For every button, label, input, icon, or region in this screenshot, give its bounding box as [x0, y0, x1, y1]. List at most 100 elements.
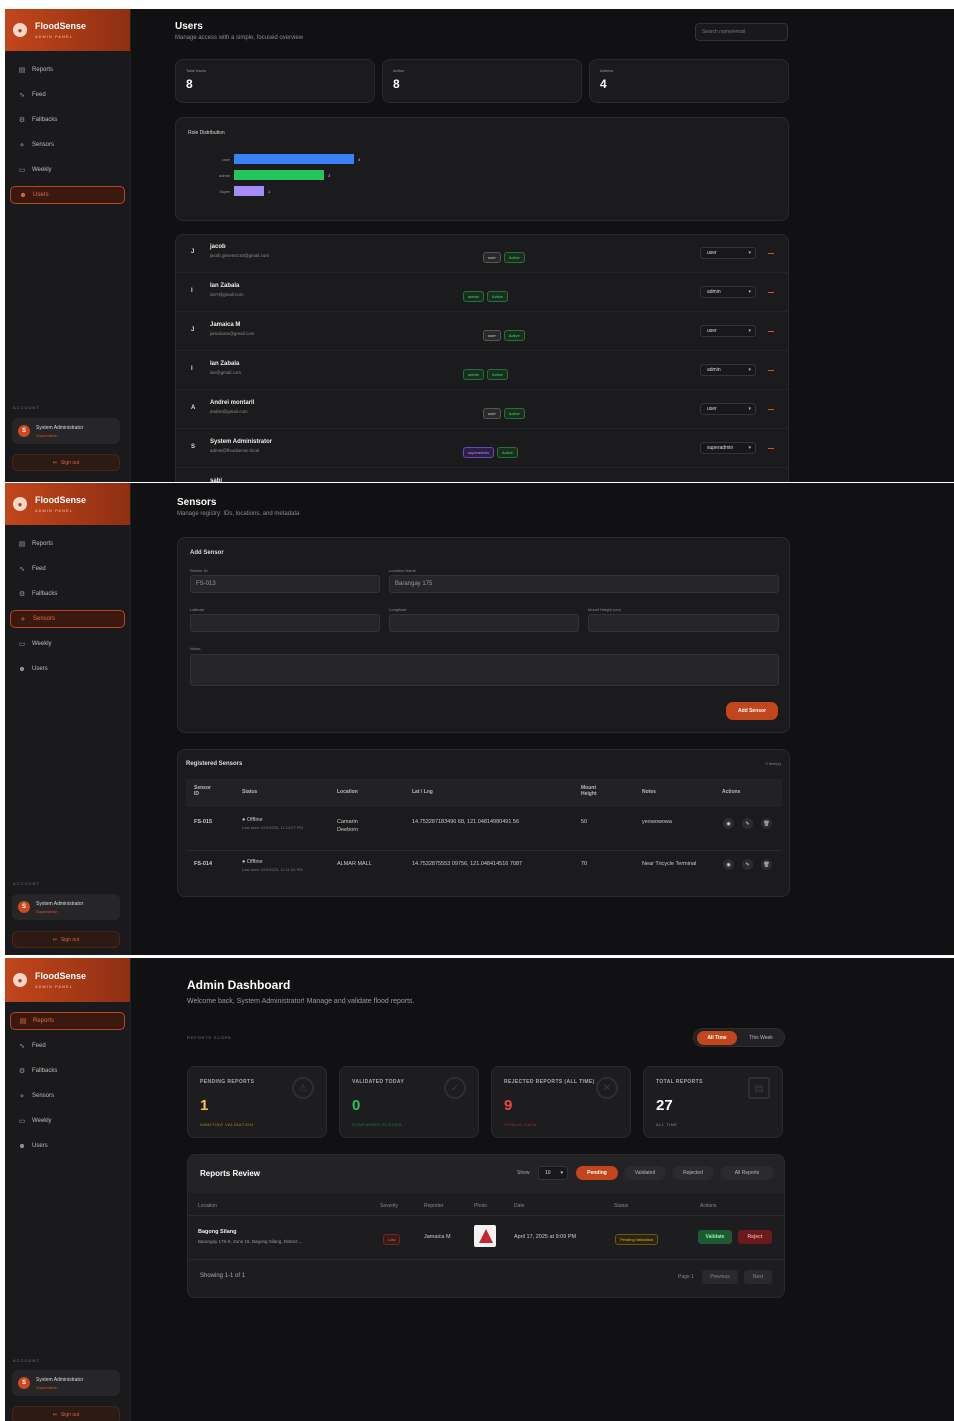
user-email: jamaicam@gmail.com: [210, 331, 255, 336]
filter-all-reports[interactable]: All Reports: [720, 1166, 774, 1180]
avatar: S: [18, 901, 30, 913]
filter-validated[interactable]: Validated: [624, 1166, 666, 1180]
photo-thumbnail[interactable]: [474, 1225, 496, 1247]
filter-rejected[interactable]: Rejected: [672, 1166, 714, 1180]
status-badge: Active: [486, 369, 508, 380]
sidebar-item-weekly[interactable]: ▭ Weekly: [10, 635, 125, 653]
role-select[interactable]: admin ▾: [700, 286, 756, 298]
sidebar-item-sensors[interactable]: ⋄ Sensors: [10, 610, 125, 628]
settings-icon: ⚙: [18, 117, 26, 124]
user-initial: J: [191, 327, 195, 333]
remove-user-button[interactable]: [768, 253, 774, 254]
user-row: J Jamaica M jamaicam@gmail.com user Active us…: [176, 313, 788, 351]
delete-button[interactable]: 🗑: [761, 818, 772, 829]
user-name: System Administrator: [210, 439, 273, 445]
activity-icon: ∿: [19, 1043, 25, 1050]
tick-label: user: [222, 157, 230, 162]
sidebar-item-feed[interactable]: ∿ Feed: [10, 1037, 125, 1055]
page-size-select[interactable]: 10 ▾: [538, 1166, 568, 1180]
sidebar-item-users[interactable]: ☻ Users: [10, 186, 125, 204]
add-sensor-button[interactable]: Add Sensor: [726, 702, 778, 720]
scope-this-week[interactable]: This Week: [740, 1031, 782, 1045]
remove-user-button[interactable]: [768, 448, 774, 449]
role-badge: user: [483, 252, 501, 263]
role-distribution-card: Role Distribution user 4 admin 3 Super 1: [175, 117, 789, 221]
tick-label: Super: [219, 189, 230, 194]
data-label: 4: [358, 157, 361, 162]
account-card[interactable]: S System Administrator Superadmin: [12, 1370, 120, 1396]
sign-out-button[interactable]: ↦ Sign out: [12, 931, 120, 948]
validate-button[interactable]: Validate: [698, 1230, 732, 1244]
next-button[interactable]: Next: [744, 1270, 772, 1284]
sidebar-item-users[interactable]: ☻ Users: [10, 1137, 125, 1155]
sidebar-item-weekly[interactable]: ▭ Weekly: [10, 1112, 125, 1130]
role-select[interactable]: user ▾: [700, 247, 756, 259]
role-select[interactable]: superadmin ▾: [700, 442, 756, 454]
total-reports-card: TOTAL REPORTS ▤ 27 ALL TIME: [643, 1066, 783, 1138]
remove-user-button[interactable]: [768, 331, 774, 332]
page-subtitle: Welcome back, System Administrator! Mana…: [187, 998, 415, 1005]
user-row: Jjacob jacob.gimenez10@gmail.com user Activ…: [176, 235, 788, 273]
sidebar-item-fallbacks[interactable]: ⚙ Fallbacks: [10, 111, 125, 129]
longitude-input[interactable]: [389, 614, 579, 632]
delete-button[interactable]: 🗑: [761, 859, 772, 870]
role-distribution-chart: user 4 admin 3 Super 1: [219, 154, 361, 196]
bar-admin: [234, 170, 324, 180]
tick-label: admin: [219, 173, 230, 178]
sidebar-item-sensors[interactable]: ⋄ Sensors: [10, 136, 125, 154]
avatar: S: [18, 425, 30, 437]
sidebar-item-reports[interactable]: ▤ Reports: [10, 1012, 125, 1030]
scope-all-time[interactable]: All Time: [697, 1031, 737, 1045]
trash-icon: 🗑: [763, 861, 770, 868]
sidebar-item-users[interactable]: ☻ Users: [10, 660, 125, 678]
user-row: sabi: [176, 469, 788, 482]
remove-user-button[interactable]: [768, 292, 774, 293]
view-button[interactable]: ◉: [723, 818, 734, 829]
pencil-icon: ✎: [745, 861, 750, 868]
sidebar-item-reports[interactable]: ▤ Reports: [10, 535, 125, 553]
account-card[interactable]: S System Administrator Superadmin: [12, 894, 120, 920]
sign-out-button[interactable]: ↦ Sign out: [12, 1406, 120, 1421]
logout-icon: ↦: [52, 1411, 57, 1418]
chevron-down-icon: ▾: [748, 406, 751, 412]
remove-user-button[interactable]: [768, 370, 774, 371]
sidebar-item-reports[interactable]: ▤ Reports: [10, 61, 125, 79]
sidebar-item-fallbacks[interactable]: ⚙ Fallbacks: [10, 585, 125, 603]
pencil-icon: ✎: [745, 820, 750, 827]
user-email: jacob.gimenez10@gmail.com: [210, 253, 270, 258]
sidebar-item-sensors[interactable]: ⋄ Sensors: [10, 1087, 125, 1105]
remove-user-button[interactable]: [768, 409, 774, 410]
filter-pending[interactable]: Pending: [576, 1166, 618, 1180]
bar-super: [234, 186, 264, 196]
role-badge: user: [483, 408, 501, 419]
role-select[interactable]: admin ▾: [700, 364, 756, 376]
status-badge: Active: [503, 330, 525, 341]
trash-icon: 🗑: [763, 820, 770, 827]
sidebar: ● FloodSense ADMIN PANEL ▤ Reports ∿ Feed ⚙…: [5, 9, 131, 482]
location-name-input[interactable]: Barangay 175: [389, 575, 779, 593]
edit-button[interactable]: ✎: [742, 818, 753, 829]
chevron-down-icon: ▾: [748, 289, 751, 295]
mount-height-input[interactable]: [588, 614, 779, 632]
account-card[interactable]: S System Administrator Superadmin: [12, 418, 120, 444]
latitude-input[interactable]: [190, 614, 380, 632]
previous-button[interactable]: Previous: [702, 1270, 738, 1284]
sidebar-item-feed[interactable]: ∿ Feed: [10, 560, 125, 578]
sidebar-item-feed[interactable]: ∿ Feed: [10, 86, 125, 104]
role-select[interactable]: user ▾: [700, 325, 756, 337]
sidebar-item-weekly[interactable]: ▭ Weekly: [10, 161, 125, 179]
notes-input[interactable]: [190, 654, 779, 686]
reject-button[interactable]: Reject: [738, 1230, 772, 1244]
role-select[interactable]: user ▾: [700, 403, 756, 415]
user-email: andrei@gmail.com: [210, 409, 248, 414]
sidebar-item-fallbacks[interactable]: ⚙ Fallbacks: [10, 1062, 125, 1080]
sensor-id-input[interactable]: FS-013: [190, 575, 380, 593]
brand: ● FloodSense ADMIN PANEL: [5, 9, 130, 51]
page-subtitle: Manage access with a simple, focused ove…: [175, 35, 304, 41]
edit-button[interactable]: ✎: [742, 859, 753, 870]
page-title: Users: [175, 21, 203, 32]
chevron-down-icon: ▾: [748, 445, 751, 451]
sign-out-button[interactable]: ↦ Sign out: [12, 454, 120, 471]
search-input[interactable]: Search name/email: [695, 23, 788, 41]
view-button[interactable]: ◉: [723, 859, 734, 870]
